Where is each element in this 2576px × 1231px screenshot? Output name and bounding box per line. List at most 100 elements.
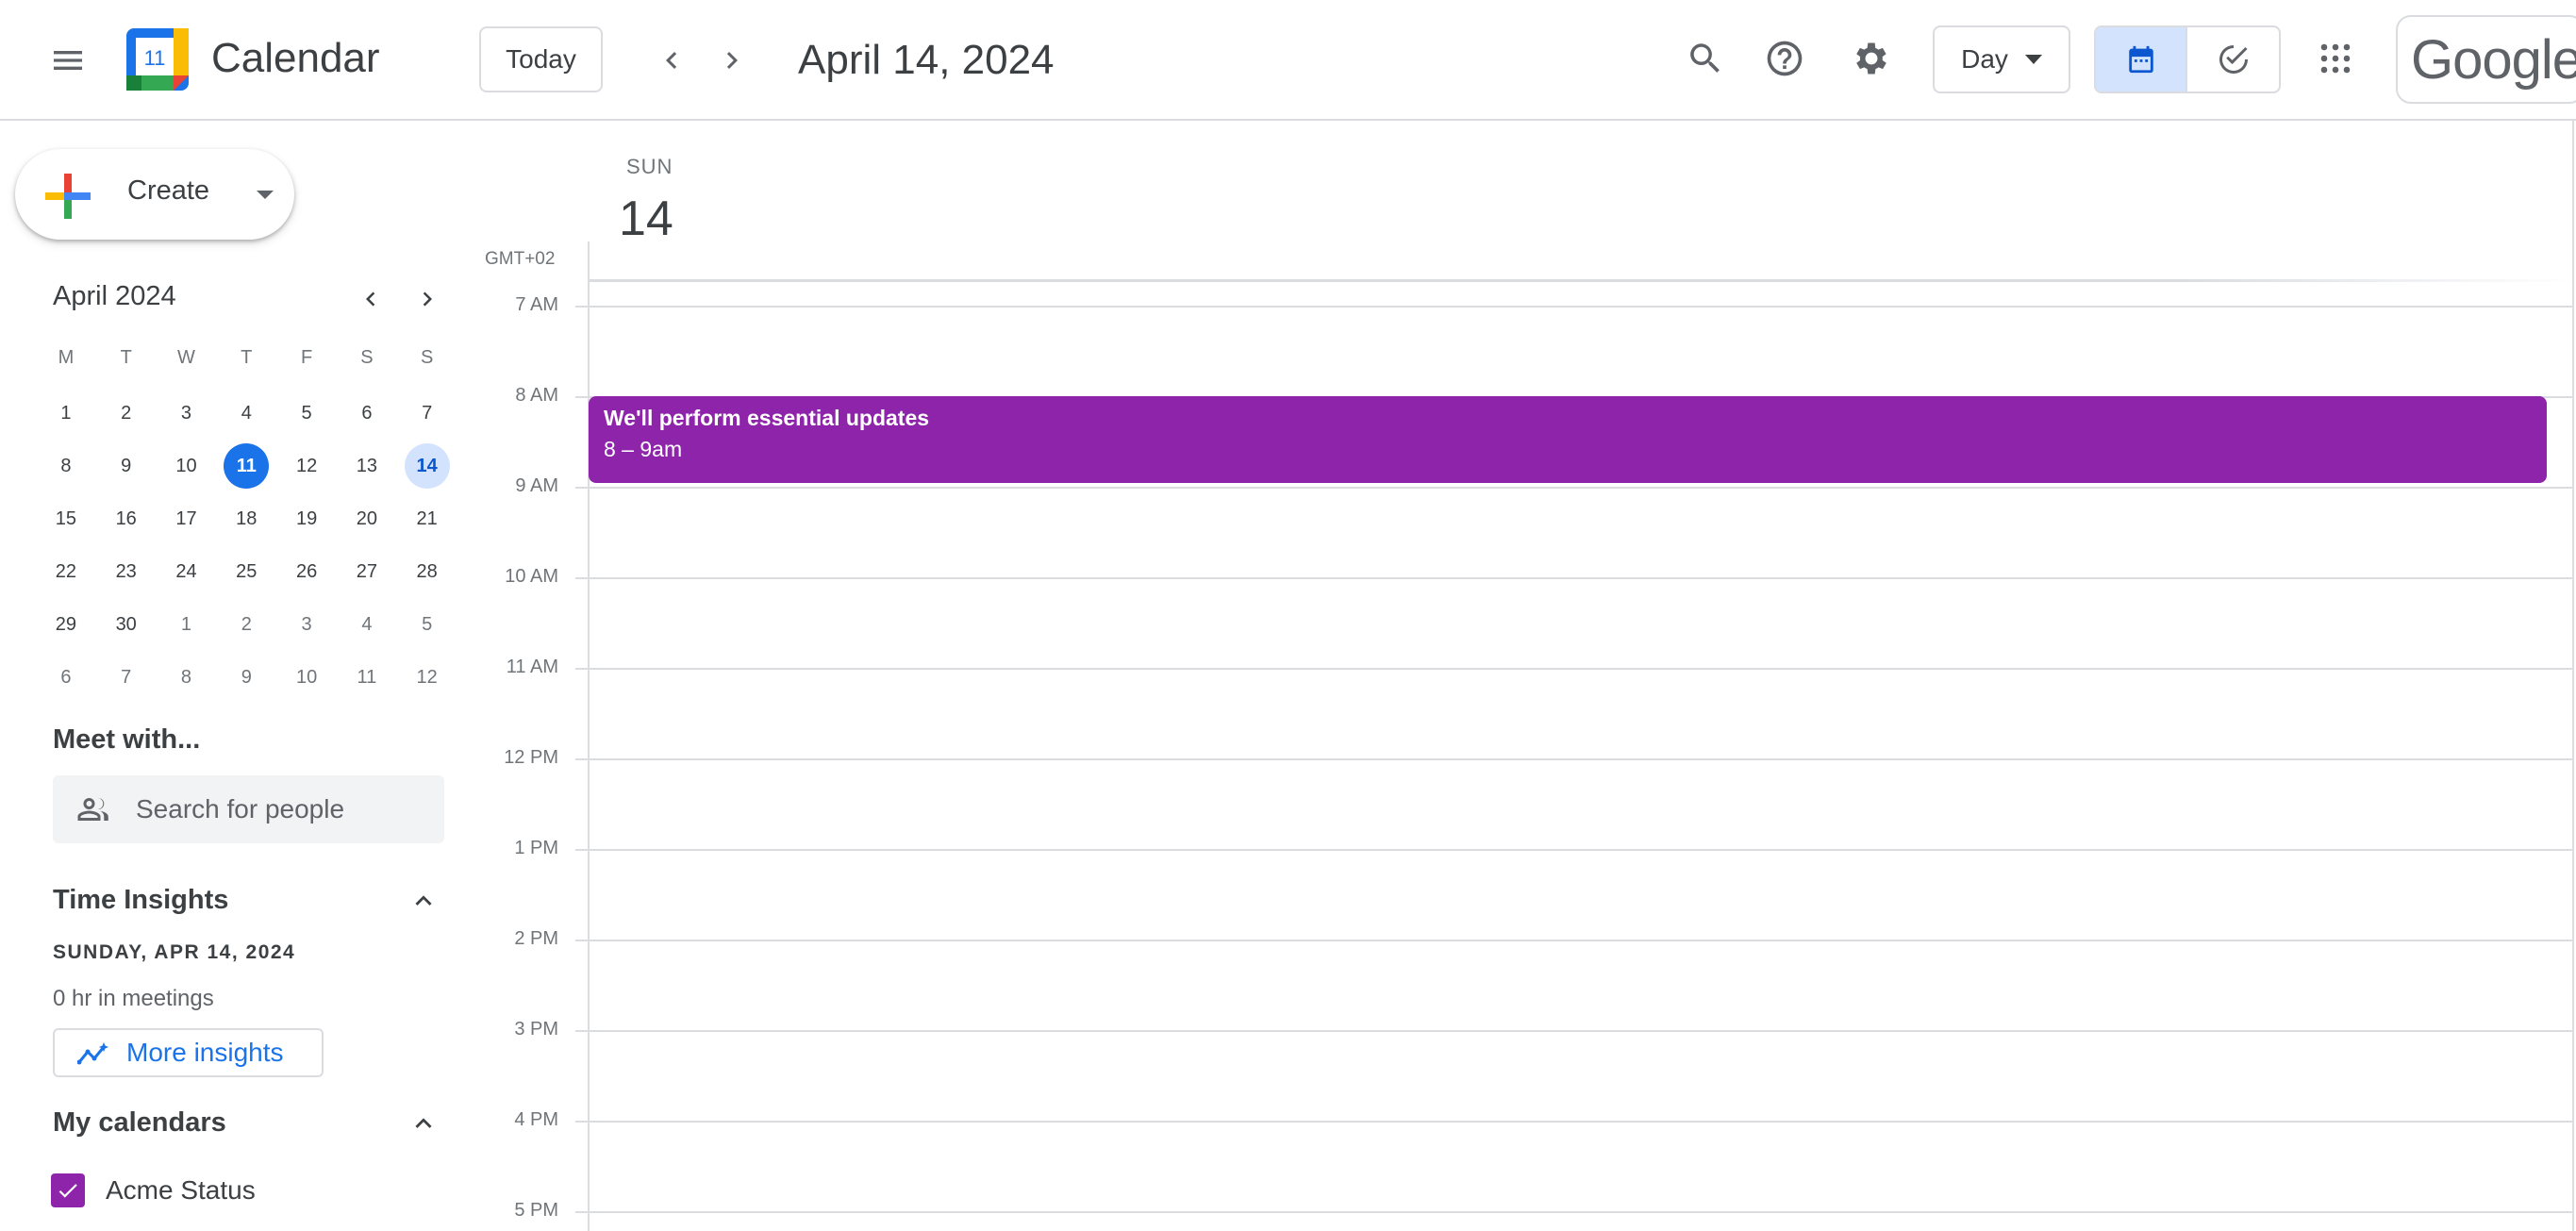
mini-calendar-day[interactable]: 29 <box>36 598 96 651</box>
weekday-header: T <box>120 346 132 368</box>
google-account-button[interactable]: Google <box>2396 15 2576 104</box>
search-people-input[interactable]: Search for people <box>53 775 444 843</box>
mini-calendar-day-number: 29 <box>55 613 77 635</box>
settings-button[interactable] <box>1837 25 1905 92</box>
day-header-divider <box>588 279 2576 282</box>
mini-calendar-day-number: 20 <box>356 507 377 529</box>
search-people-placeholder: Search for people <box>136 794 345 823</box>
mini-calendar-day[interactable]: 15 <box>36 492 96 545</box>
hour-gridline <box>588 1030 2572 1032</box>
calendar-logo[interactable]: 11 <box>126 28 189 91</box>
main-menu-button[interactable] <box>34 26 102 94</box>
mini-calendar-day[interactable]: 19 <box>276 492 337 545</box>
hour-tick <box>575 668 589 670</box>
calendar-icon <box>2128 45 2153 74</box>
hour-tick <box>575 849 589 851</box>
view-mode-label: Day <box>1961 44 2008 74</box>
hour-gridline <box>588 668 2572 670</box>
hour-tick <box>575 940 589 941</box>
apps-grid-icon <box>2320 43 2351 74</box>
search-icon <box>1690 43 1720 73</box>
chevron-up-icon <box>415 895 432 906</box>
hamburger-menu-icon <box>54 51 82 70</box>
weekday-header: S <box>360 346 374 368</box>
mini-calendar-day[interactable]: 20 <box>337 492 397 545</box>
caret-down-icon <box>2024 55 2042 64</box>
calendar-view-toggle[interactable] <box>2096 27 2188 91</box>
create-label: Create <box>127 175 210 206</box>
hour-label: 7 AM <box>515 294 558 315</box>
chevron-left-icon <box>666 52 677 69</box>
hour-label: 8 AM <box>515 385 558 406</box>
mini-calendar-day[interactable]: 5 <box>397 598 457 651</box>
mini-calendar-day-number: 21 <box>416 507 438 529</box>
weekday-header: T <box>241 346 253 368</box>
time-insights-collapse-button[interactable] <box>400 877 447 924</box>
chevron-right-icon <box>726 52 738 69</box>
mini-calendar-day[interactable]: 16 <box>96 492 157 545</box>
create-button[interactable]: Create <box>15 149 294 240</box>
weekday-header: W <box>177 346 195 368</box>
hour-label: 4 PM <box>514 1109 558 1130</box>
mini-calendar-day[interactable]: 21 <box>397 492 457 545</box>
mini-calendar-day[interactable]: 2 <box>216 598 276 651</box>
task-check-icon <box>2219 45 2248 74</box>
mini-calendar-day-number: 5 <box>422 613 433 635</box>
mini-calendar-day-number: 15 <box>55 507 77 529</box>
previous-day-button[interactable] <box>638 26 706 94</box>
mini-calendar-day-number: 16 <box>115 507 137 529</box>
mini-calendar-day-number: 1 <box>180 613 192 635</box>
top-app-bar: 11 Calendar Today April 14, 2024 Day Goo… <box>0 0 2576 121</box>
tasks-view-toggle[interactable] <box>2187 27 2279 91</box>
view-mode-dropdown[interactable]: Day <box>1933 25 2070 93</box>
hour-label: 5 PM <box>514 1200 558 1221</box>
mini-calendar-day[interactable]: 17 <box>157 492 217 545</box>
insights-chart-icon <box>77 1042 108 1065</box>
weekday-header: S <box>421 346 434 368</box>
hour-tick <box>575 487 589 489</box>
hour-gridline <box>588 1211 2572 1213</box>
day-of-week-label: SUN <box>626 155 673 178</box>
hour-label: 2 PM <box>514 928 558 949</box>
grid-right-border <box>2572 121 2574 1231</box>
hour-gridline <box>588 758 2572 760</box>
hour-label: 9 AM <box>515 475 558 496</box>
mini-calendar-day[interactable]: 18 <box>216 492 276 545</box>
hour-tick <box>575 577 589 579</box>
mini-calendar-day-number: 30 <box>115 613 137 635</box>
help-button[interactable] <box>1751 25 1819 92</box>
time-column-divider <box>588 241 590 1231</box>
event-time: 8 – 9am <box>604 437 683 461</box>
calendar-tasks-switcher <box>2094 25 2281 93</box>
google-wordmark: Google <box>2411 28 2576 91</box>
mini-calendar-day[interactable]: 30 <box>96 598 157 651</box>
hour-gridline <box>588 1121 2572 1123</box>
google-apps-button[interactable] <box>2302 25 2369 92</box>
hour-tick <box>575 1030 589 1032</box>
create-dropdown-caret-icon[interactable] <box>257 191 274 199</box>
mini-calendar-day-number: 18 <box>236 507 258 529</box>
event-title: We'll perform essential updates <box>604 406 930 430</box>
mini-calendar-day-number: 19 <box>295 507 318 529</box>
time-insights-title: Time Insights <box>53 885 229 915</box>
more-insights-label: More insights <box>126 1038 284 1067</box>
help-icon <box>1767 41 1803 76</box>
mini-calendar-day[interactable]: 4 <box>337 598 397 651</box>
hour-label: 10 AM <box>505 566 558 587</box>
day-number-button[interactable]: 14 <box>619 191 673 247</box>
time-in-meetings: 0 hr in meetings <box>53 986 214 1011</box>
gear-icon <box>1856 42 1886 75</box>
current-date-title: April 14, 2024 <box>798 37 1055 83</box>
mini-calendar-day[interactable]: 1 <box>157 598 217 651</box>
event-chip[interactable]: We'll perform essential updates 8 – 9am <box>589 396 2547 483</box>
today-button[interactable]: Today <box>479 26 603 92</box>
search-button[interactable] <box>1671 25 1739 92</box>
next-day-button[interactable] <box>698 26 766 94</box>
hour-tick <box>575 396 589 398</box>
hour-gridline <box>588 940 2572 941</box>
hour-tick <box>575 758 589 760</box>
hour-label: 11 AM <box>506 657 558 677</box>
mini-calendar-day[interactable]: 3 <box>276 598 337 651</box>
hour-gridline <box>588 849 2572 851</box>
mini-calendar-day-number: 4 <box>361 613 373 635</box>
